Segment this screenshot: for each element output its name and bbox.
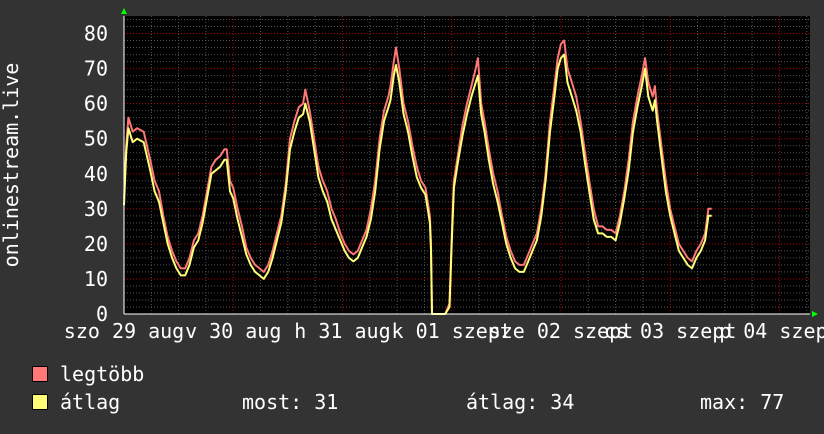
y-tick-label: 10	[84, 267, 108, 291]
y-tick-label: 20	[84, 232, 108, 256]
x-axis-arrow-icon	[812, 311, 818, 317]
y-tick-label: 40	[84, 162, 108, 186]
x-tick-label: p 04 szept	[719, 319, 824, 343]
y-tick-label: 50	[84, 127, 108, 151]
y-tick-label: 80	[84, 22, 108, 46]
legend-swatch-max	[32, 366, 48, 382]
legend-item-max: legtöbb	[32, 363, 792, 385]
chart-root: 0 10 20 30 40 50 60 70 80 szo 29 aug v 30 aug h 31…	[0, 0, 824, 430]
stat-avg: átlag: 34	[466, 390, 575, 414]
stat-now: most: 31	[242, 390, 339, 414]
x-tick-label: h 31 aug	[294, 319, 390, 343]
x-tick-label: v 30 aug	[185, 319, 281, 343]
legend-item-avg: átlag most: 31 átlag: 34 max: 77	[32, 391, 792, 413]
y-tick-label: 60	[84, 92, 108, 116]
x-tick-label: szo 29 aug	[64, 319, 184, 343]
x-tick-labels: szo 29 aug v 30 aug h 31 aug k 01 szeptsze …	[64, 319, 824, 343]
y-axis-title: onlinestream.live	[0, 63, 23, 268]
x-tick-label: cs 03 szept	[604, 319, 736, 343]
y-tick-labels: 01020304050607080	[84, 22, 108, 326]
y-tick-label: 70	[84, 57, 108, 81]
legend-label-max: legtöbb	[60, 362, 145, 386]
y-tick-label: 30	[84, 197, 108, 221]
stat-max: max: 77	[700, 390, 785, 414]
legend-label-avg: átlag	[60, 390, 121, 414]
legend-swatch-avg	[32, 394, 48, 410]
y-axis-arrow-icon	[121, 8, 127, 14]
